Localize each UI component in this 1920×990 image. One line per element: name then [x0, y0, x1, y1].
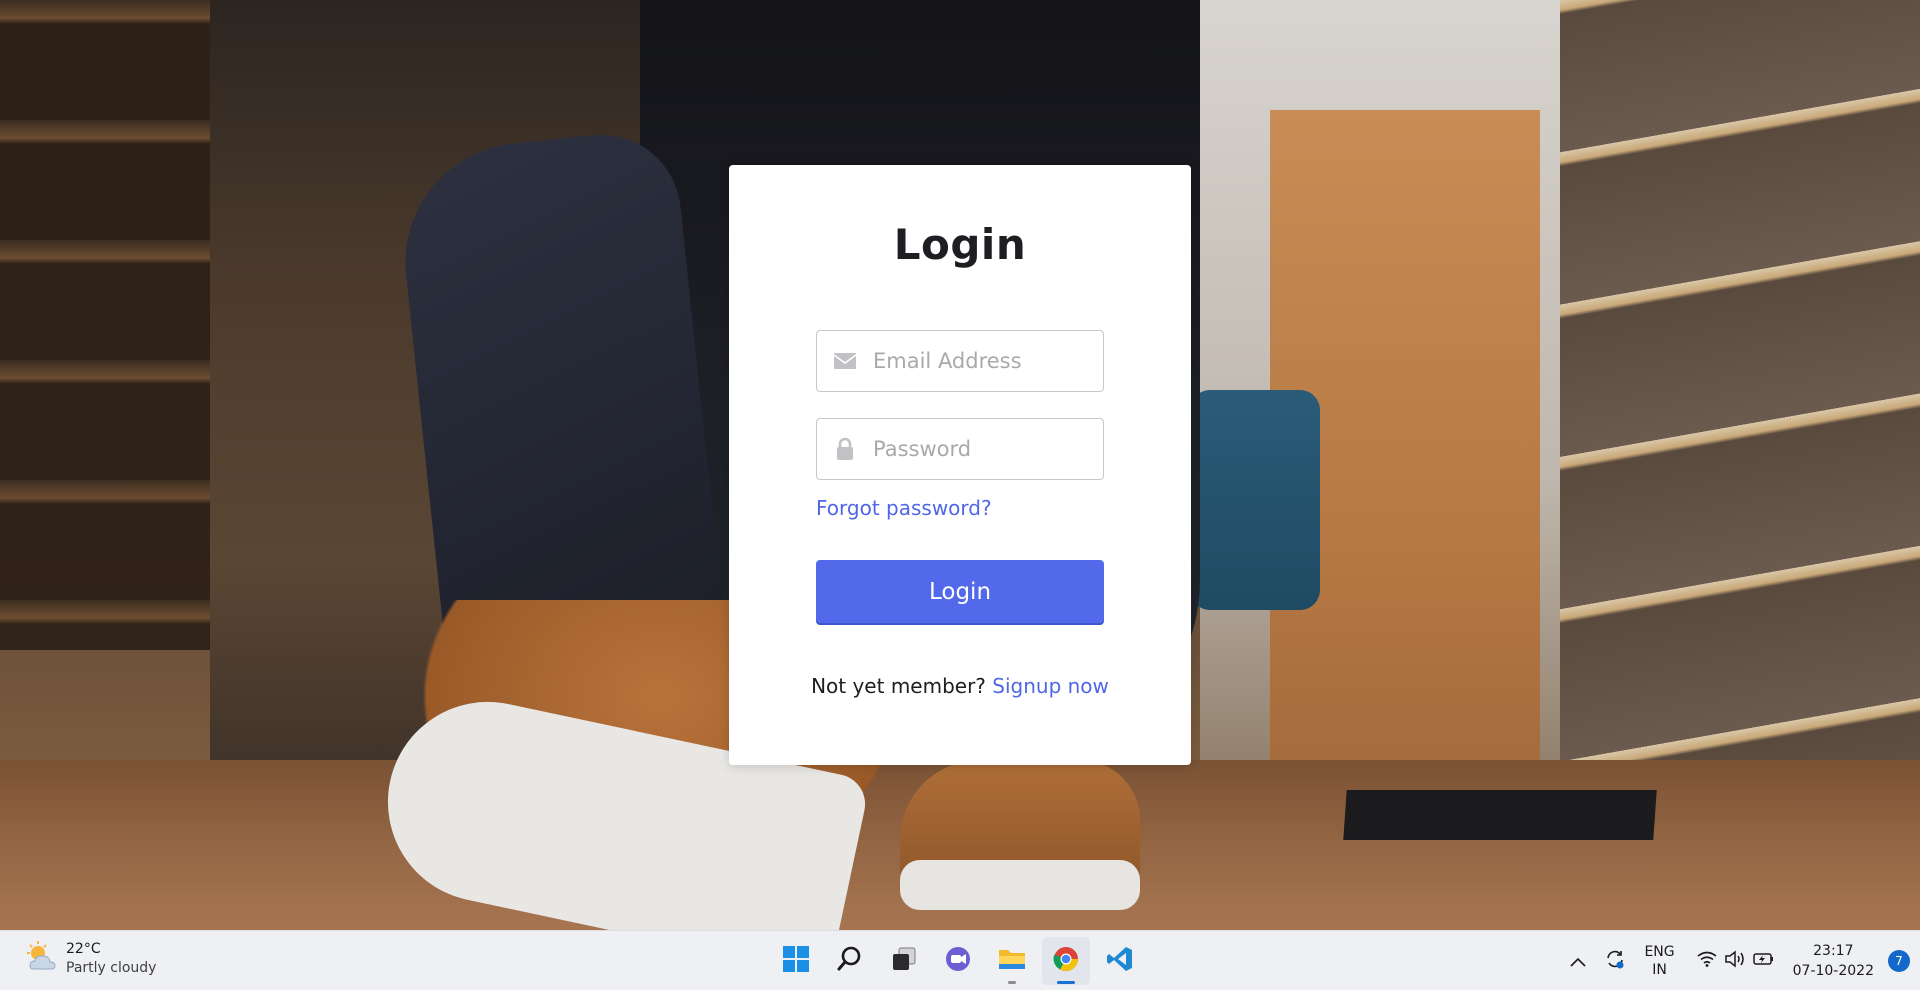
teams-chat-icon: [944, 945, 972, 977]
chrome-icon: [1052, 945, 1080, 977]
battery-button[interactable]: [1749, 951, 1777, 971]
vscode-button[interactable]: [1096, 937, 1144, 985]
file-explorer-icon: [997, 945, 1027, 977]
speaker-icon: [1724, 950, 1746, 972]
language-indicator[interactable]: ENG IN: [1644, 943, 1674, 979]
teams-chat-button[interactable]: [934, 937, 982, 985]
language-region: IN: [1652, 962, 1667, 978]
start-icon: [782, 945, 810, 977]
signup-link[interactable]: Signup now: [992, 674, 1109, 698]
chevron-up-icon: [1570, 952, 1587, 971]
background-stool: [1190, 390, 1320, 610]
background-shoe-shelf-left: [0, 0, 210, 650]
email-field[interactable]: [816, 330, 1104, 392]
search-button[interactable]: [826, 937, 874, 985]
login-card: Login Forgot password? Login Not yet mem…: [729, 165, 1191, 765]
search-icon: [836, 945, 864, 977]
wifi-button[interactable]: [1693, 951, 1721, 971]
background-sneaker-right-sole: [900, 860, 1140, 910]
signup-prompt: Not yet member?: [811, 674, 986, 698]
weather-description: Partly cloudy: [66, 959, 157, 976]
start-button[interactable]: [772, 937, 820, 985]
wifi-icon: [1697, 951, 1717, 971]
running-indicator: [1008, 981, 1016, 984]
sync-icon: [1604, 948, 1626, 974]
show-hidden-icons-button[interactable]: [1564, 952, 1592, 971]
envelope-icon: [817, 352, 873, 370]
file-explorer-button[interactable]: [988, 937, 1036, 985]
notification-badge[interactable]: 7: [1888, 950, 1910, 972]
system-tray: ENG IN 23:17 07-10-2022 7: [1564, 931, 1920, 990]
login-button[interactable]: Login: [816, 560, 1104, 623]
background-person-leg: [393, 126, 727, 674]
task-view-icon: [890, 945, 918, 977]
battery-charging-icon: [1751, 951, 1775, 971]
task-view-button[interactable]: [880, 937, 928, 985]
weather-widget[interactable]: 22°C Partly cloudy: [24, 940, 156, 976]
sync-status-button[interactable]: [1600, 948, 1630, 974]
clock-time: 23:17: [1813, 943, 1854, 959]
clock[interactable]: 23:17 07-10-2022: [1793, 941, 1874, 981]
password-field[interactable]: [816, 418, 1104, 480]
forgot-password-link[interactable]: Forgot password?: [816, 496, 992, 520]
vscode-icon: [1106, 945, 1134, 977]
background-shoe-shelf-right: [1560, 0, 1920, 760]
weather-temperature: 22°C: [66, 940, 101, 957]
background-box: [1343, 790, 1657, 840]
password-input[interactable]: [873, 437, 1093, 461]
chrome-button[interactable]: [1042, 937, 1090, 985]
clock-date: 07-10-2022: [1792, 963, 1874, 979]
lock-icon: [817, 437, 873, 461]
login-title: Login: [893, 220, 1027, 269]
language-code: ENG: [1644, 944, 1675, 960]
volume-button[interactable]: [1721, 950, 1749, 972]
partly-cloudy-icon: [24, 940, 60, 976]
taskbar-apps: [772, 937, 1150, 985]
email-input[interactable]: [873, 349, 1093, 373]
signup-row: Not yet member? Signup now: [729, 674, 1191, 698]
taskbar: 22°C Partly cloudy ENG IN 23:17 07-10-20…: [0, 930, 1920, 990]
active-indicator: [1057, 981, 1075, 984]
